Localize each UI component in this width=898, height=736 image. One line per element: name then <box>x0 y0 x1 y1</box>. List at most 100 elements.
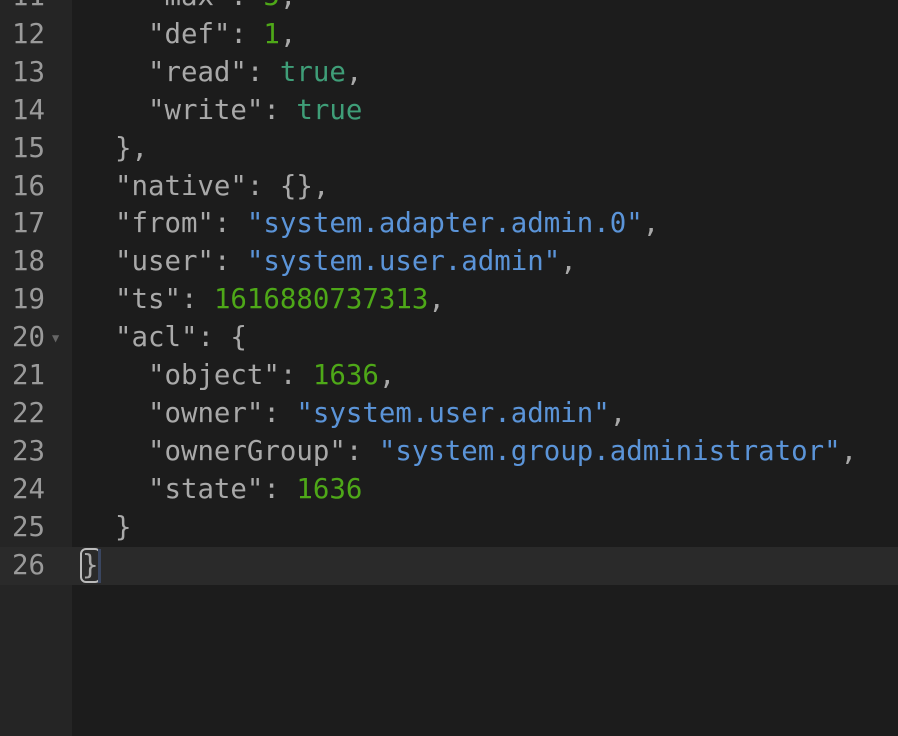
code-text: "def": 1, <box>82 16 296 54</box>
line-number: 14 <box>12 94 45 126</box>
code-text: "write": true <box>82 92 362 130</box>
code-token: "acl" <box>114 322 198 354</box>
code-line[interactable]: 11 "max": 5, <box>0 0 898 16</box>
code-text: "max": 5, <box>82 0 296 16</box>
code-line[interactable]: 23 "ownerGroup": "system.group.administr… <box>0 433 898 471</box>
code-token: true <box>296 94 363 126</box>
code-token: }, <box>82 132 148 164</box>
code-text: "acl": { <box>82 319 247 357</box>
code-token: "native" <box>114 170 247 202</box>
code-text: "native": {}, <box>82 168 329 206</box>
code-text: "ts": 1616880737313, <box>82 281 445 319</box>
code-text: "from": "system.adapter.admin.0", <box>82 205 659 243</box>
code-token: } <box>80 547 101 583</box>
code-line[interactable]: 15 }, <box>0 130 898 168</box>
code-token: , <box>428 284 445 316</box>
code-token: : { <box>197 322 247 354</box>
line-number: 18 <box>12 246 45 278</box>
code-token: : <box>230 18 264 50</box>
code-line[interactable]: 18 "user": "system.user.admin", <box>0 243 898 281</box>
code-text: "owner": "system.user.admin", <box>82 395 626 433</box>
fold-arrow-icon[interactable]: ▼ <box>52 319 59 357</box>
line-number: 15 <box>12 132 45 164</box>
line-number: 21 <box>12 360 45 391</box>
code-line[interactable]: 21 "object": 1636, <box>0 357 898 395</box>
line-number: 23 <box>12 435 45 467</box>
code-token: } <box>82 511 132 543</box>
code-token: true <box>279 56 346 88</box>
code-line[interactable]: 24 "state": 1636 <box>0 471 898 509</box>
code-line[interactable]: 12 "def": 1, <box>0 16 898 54</box>
code-text: } <box>80 547 101 585</box>
code-token: 1636 <box>312 360 379 391</box>
code-token: : <box>263 473 297 505</box>
code-token: 1 <box>263 18 280 50</box>
code-line[interactable]: 25 } <box>0 509 898 547</box>
code-token: : <box>213 208 247 240</box>
code-token: , <box>280 0 297 12</box>
code-token: 1616880737313 <box>213 284 429 316</box>
code-token: "max" <box>148 0 230 12</box>
code-token: "system.user.admin" <box>296 397 610 429</box>
code-token: 1636 <box>296 473 363 505</box>
line-number: 17 <box>12 208 45 240</box>
code-line[interactable]: 17 "from": "system.adapter.admin.0", <box>0 205 898 243</box>
code-line[interactable]: 13 "read": true, <box>0 54 898 92</box>
code-line[interactable]: 22 "owner": "system.user.admin", <box>0 395 898 433</box>
code-line[interactable]: 20 ▼ "acl": { <box>0 319 898 357</box>
code-token: : <box>263 94 297 126</box>
line-number: 26 <box>12 549 45 581</box>
code-token: , <box>840 435 858 467</box>
code-text: "state": 1636 <box>82 471 362 509</box>
line-number: 24 <box>12 473 45 505</box>
line-number: 13 <box>12 56 45 88</box>
code-token: : <box>345 435 379 467</box>
code-token: "owner" <box>147 397 264 429</box>
code-token: "from" <box>114 208 214 240</box>
code-token: "system.group.administrator" <box>378 435 841 467</box>
code-token: "system.adapter.admin.0" <box>246 208 643 240</box>
code-text: }, <box>82 130 148 168</box>
code-token: "ts" <box>114 284 181 316</box>
line-number: 25 <box>12 511 45 543</box>
code-token: , <box>642 208 660 240</box>
code-token: : <box>279 360 313 391</box>
line-number: 19 <box>12 284 45 316</box>
line-number: 11 <box>12 0 62 16</box>
code-token: : <box>180 284 214 316</box>
code-token: "user" <box>114 246 214 278</box>
code-token: "system.user.admin" <box>246 246 561 278</box>
code-token: "object" <box>147 360 280 391</box>
code-line[interactable]: 26} <box>0 547 898 585</box>
code-line[interactable]: 16 "native": {}, <box>0 168 898 206</box>
code-token: "ownerGroup" <box>147 435 346 467</box>
code-token: "def" <box>147 18 231 50</box>
code-line[interactable]: 19 "ts": 1616880737313, <box>0 281 898 319</box>
code-token: "state" <box>147 473 264 505</box>
code-token: , <box>378 360 396 391</box>
code-token: : <box>263 397 297 429</box>
code-token: : {}, <box>246 170 330 202</box>
code-text: } <box>82 509 132 547</box>
line-number: 12 <box>12 18 45 50</box>
code-token: "write" <box>147 94 264 126</box>
code-line[interactable]: 14 "write": true <box>0 92 898 130</box>
code-token: : <box>213 246 247 278</box>
code-token: : <box>230 0 263 12</box>
code-text: "read": true, <box>82 54 362 92</box>
code-token: , <box>345 56 363 88</box>
code-text: "user": "system.user.admin", <box>82 243 577 281</box>
